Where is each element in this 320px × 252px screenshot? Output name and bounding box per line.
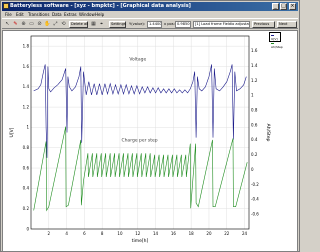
y-axis-label-right: Ah/Step — [265, 124, 271, 142]
x-tick-label-4: 10 — [117, 231, 123, 236]
cursor-icon[interactable]: ⌖ — [98, 21, 105, 28]
zoom-icon[interactable]: ⊕ — [20, 21, 27, 28]
x-tick-label-6: 14 — [153, 231, 159, 236]
fit-icon[interactable]: ⤢ — [52, 21, 59, 28]
toolbar: ↖ ✎ ⊕ ▭ ⊘ ✋ ⤢ ⟲ Delete all ▦ ⌖ Settings … — [2, 18, 298, 29]
legend-label-charge: Ah/Step — [271, 45, 283, 49]
curve-select[interactable]: [1] Load frame Fieldio adjustation — [193, 21, 250, 28]
delete-all-button[interactable]: Delete all — [69, 21, 88, 28]
application-window: Batteryless software - [xyz - bmpktc] - … — [0, 0, 300, 252]
y-right-tick-label-9: 1.2 — [251, 78, 258, 83]
x-pos-label: x pos: — [164, 22, 175, 26]
x-tick-label-2: 6 — [83, 231, 86, 236]
x-axis-label: time[h] — [132, 238, 149, 244]
y-right-tick-label-6: 0.6 — [251, 122, 258, 127]
y-right-tick-label-1: -0.4 — [251, 197, 259, 202]
y-left-tick-label-5: 1 — [26, 125, 29, 130]
x-tick-label-7: 16 — [171, 231, 177, 236]
x-tick-label-3: 8 — [101, 231, 104, 236]
minimize-button[interactable]: _ — [272, 3, 279, 10]
y-right-tick-label-3: 0 — [251, 167, 254, 172]
y-right-tick-label-4: 0.2 — [251, 152, 258, 157]
x-tick-label-1: 4 — [65, 231, 68, 236]
plot-area[interactable]: 2 4 6 8 10 12 14 16 18 20 22 24 0 0.2 0.4 0.6 0.8 1 1.2 1.4… — [2, 30, 298, 252]
annotation-charge: Charge per step — [121, 137, 157, 143]
x-tick-label-10: 22 — [224, 231, 230, 236]
x-tick-label-8: 18 — [189, 231, 195, 236]
y-right-tick-label-11: 1.6 — [251, 48, 258, 53]
previous-button[interactable]: Previous — [252, 21, 275, 28]
window-title: Batteryless software - [xyz - bmpktc] - … — [10, 3, 191, 9]
y-right-tick-label-2: -0.2 — [251, 182, 259, 187]
y-right-tick-label-5: 0.4 — [251, 137, 258, 142]
chart-svg[interactable]: 2 4 6 8 10 12 14 16 18 20 22 2400.20.40.60.811.21.4… — [3, 31, 297, 251]
chart-legend: U[V] Ah/Step — [269, 32, 283, 49]
y-left-tick-label-4: 0.8 — [23, 145, 30, 150]
legend-swatch-charge — [271, 42, 274, 44]
legend-item-charge: Ah/Step — [271, 41, 283, 49]
x-tick-label-11: 24 — [242, 231, 248, 236]
reset-zoom-icon[interactable]: ⟲ — [60, 21, 67, 28]
y-right-tick-label-0: -0.6 — [251, 211, 259, 216]
y-value-field[interactable]: 1.4400 — [147, 21, 162, 28]
pencil-icon[interactable]: ✎ — [12, 21, 19, 28]
y-left-tick-label-0: 0 — [26, 226, 29, 231]
y-left-tick-label-3: 0.6 — [23, 165, 30, 170]
plot-frame — [30, 35, 250, 230]
y-left-tick-label-8: 1.6 — [23, 64, 30, 69]
menu-edit[interactable]: Edit — [16, 12, 24, 17]
menu-transitions[interactable]: Transitions — [28, 12, 49, 17]
app-icon — [3, 3, 9, 9]
y-axis-label-left: U[V] — [9, 127, 15, 137]
menu-extras[interactable]: Extras — [64, 12, 77, 17]
zoom-area-icon[interactable]: ▭ — [28, 21, 35, 28]
menu-bar: File Edit Transitions Data Extras Window… — [2, 11, 298, 18]
close-button[interactable]: × — [289, 3, 296, 10]
menu-help[interactable]: Help — [95, 12, 104, 17]
next-button[interactable]: Next — [277, 21, 297, 28]
legend-swatch-voltage — [271, 34, 274, 36]
y-left-tick-label-6: 1.2 — [23, 104, 30, 109]
x-tick-label-0: 2 — [48, 231, 51, 236]
hand-icon[interactable]: ✋ — [44, 21, 51, 28]
x-pos-field[interactable]: 0.98500 — [175, 21, 191, 28]
menu-data[interactable]: Data — [52, 12, 62, 17]
y-left-tick-label-9: 1.8 — [23, 43, 30, 48]
y-left-tick-label-7: 1.4 — [23, 84, 30, 89]
legend-item-voltage: U[V] — [271, 33, 280, 41]
y-left-tick-label-1: 0.2 — [23, 206, 30, 211]
settings-button[interactable]: Settings — [109, 21, 126, 28]
magnifier-icon[interactable]: ⊘ — [36, 21, 43, 28]
y-value-label: Y(value): — [129, 22, 146, 26]
y-right-tick-label-10: 1.4 — [251, 63, 258, 68]
y-right-tick-label-7: 0.8 — [251, 108, 258, 113]
grid-icon[interactable]: ▦ — [90, 21, 97, 28]
y-right-tick-label-8: 1 — [251, 93, 254, 98]
x-tick-label-9: 20 — [206, 231, 212, 236]
y-left-tick-label-2: 0.4 — [23, 186, 30, 191]
x-tick-label-5: 12 — [135, 231, 141, 236]
title-bar[interactable]: Batteryless software - [xyz - bmpktc] - … — [2, 2, 298, 11]
menu-window[interactable]: Window — [79, 12, 95, 17]
maximize-button[interactable]: □ — [280, 3, 287, 10]
pointer-icon[interactable]: ↖ — [4, 21, 11, 28]
annotation-voltage: Voltage — [129, 56, 146, 62]
menu-file[interactable]: File — [5, 12, 12, 17]
